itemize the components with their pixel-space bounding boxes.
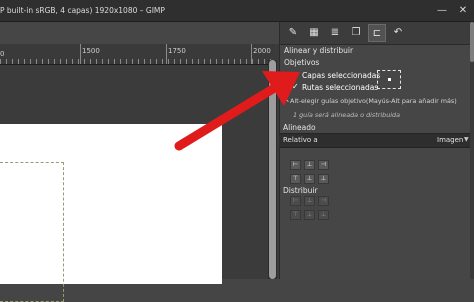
align-tool-icon[interactable]: ⊏ bbox=[368, 24, 386, 42]
layers-stack-icon[interactable]: ≣ bbox=[326, 24, 344, 42]
window-title: P built-in sRGB, 4 capas) 1920x1080 – GI… bbox=[0, 6, 165, 15]
chevron-down-icon: ▼ bbox=[464, 136, 469, 143]
distribute-left-button[interactable]: ⊢ bbox=[290, 196, 301, 206]
grid-icon[interactable]: ▦ bbox=[305, 24, 323, 42]
align-distribute-panel: ✎ ▦ ≣ ❐ ⊏ ↶ Alinear y distribuir Objetiv… bbox=[279, 22, 474, 279]
scrollbar-thumb[interactable] bbox=[269, 60, 276, 279]
dock-tab-strip: ✎ ▦ ≣ ❐ ⊏ ↶ bbox=[280, 22, 474, 45]
layer-boundary bbox=[0, 162, 64, 302]
distribute-right-button[interactable]: ⊣ bbox=[318, 196, 329, 206]
ruler-label-2000: 2000 bbox=[253, 47, 271, 55]
close-button[interactable]: ✕ bbox=[457, 0, 469, 22]
align-vcenter-button[interactable]: ⊥ bbox=[304, 174, 315, 184]
distribuir-label: Distribuir bbox=[283, 186, 318, 195]
copy-icon[interactable]: ❐ bbox=[347, 24, 365, 42]
guide-count-note: 1 guía será alineada o distribuida bbox=[293, 111, 400, 119]
distribute-vcenter-button[interactable]: ⊥ bbox=[304, 210, 315, 220]
panel-title: Alinear y distribuir bbox=[284, 46, 354, 55]
panel-scrollbar-thumb[interactable] bbox=[470, 22, 474, 62]
align-right-button[interactable]: ⊣ bbox=[318, 160, 329, 170]
canvas-area[interactable]: 1500 1750 2000 0 bbox=[0, 22, 279, 302]
ruler-label-1750: 1750 bbox=[168, 47, 186, 55]
selection-target-icon bbox=[377, 70, 401, 89]
canvas-vertical-scrollbar[interactable] bbox=[268, 60, 277, 279]
align-hcenter-button[interactable]: ⊥ bbox=[304, 160, 315, 170]
ruler-label-1500: 1500 bbox=[82, 47, 100, 55]
panel-scrollbar[interactable] bbox=[470, 22, 474, 279]
distribute-top-button[interactable]: ⊤ bbox=[290, 210, 301, 220]
distribute-bottom-button[interactable]: ⊥ bbox=[318, 210, 329, 220]
objetivos-label: Objetivos bbox=[284, 58, 320, 67]
rutas-check-icon[interactable]: ✓ bbox=[292, 82, 299, 91]
relative-to-select[interactable]: Relativo a Imagen ▼ bbox=[279, 133, 474, 148]
ruler-edge-label: 0 bbox=[0, 50, 5, 58]
align-left-button[interactable]: ⊢ bbox=[290, 160, 301, 170]
rutas-seleccionadas-checkbox[interactable]: Rutas seleccionadas bbox=[302, 83, 378, 92]
relative-to-label: Relativo a bbox=[283, 136, 318, 144]
guide-hint-text: Alt-elegir guías objetivo(Mayús-Alt para… bbox=[290, 97, 457, 105]
horizontal-ruler[interactable]: 1500 1750 2000 bbox=[0, 44, 275, 65]
capas-seleccionadas-checkbox[interactable]: Capas seleccionadas bbox=[302, 71, 380, 80]
target-center-dot bbox=[388, 78, 391, 81]
pointer-icon: ↖ bbox=[283, 95, 290, 104]
minimize-button[interactable]: — bbox=[436, 0, 448, 22]
paintbrush-icon[interactable]: ✎ bbox=[284, 24, 302, 42]
align-top-button[interactable]: ⊤ bbox=[290, 174, 301, 184]
undo-icon[interactable]: ↶ bbox=[389, 24, 407, 42]
window-titlebar: P built-in sRGB, 4 capas) 1920x1080 – GI… bbox=[0, 0, 474, 22]
toolbar-strip bbox=[0, 22, 279, 44]
distribute-hcenter-button[interactable]: ⊥ bbox=[304, 196, 315, 206]
align-bottom-button[interactable]: ⊥ bbox=[318, 174, 329, 184]
ruler-ticks bbox=[0, 59, 275, 64]
alineado-label: Alineado bbox=[283, 123, 316, 132]
relative-to-value: Imagen bbox=[437, 136, 464, 144]
